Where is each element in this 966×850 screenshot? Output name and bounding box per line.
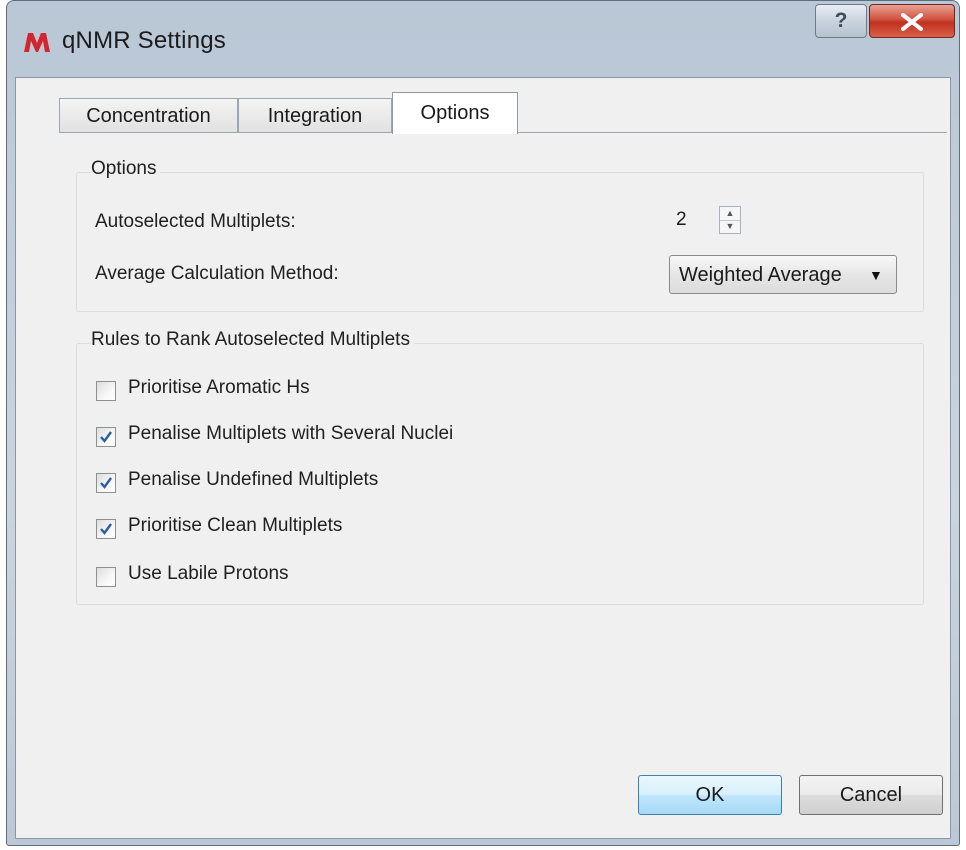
options-group-title: Options [91,158,161,180]
help-icon: ? [834,9,848,32]
chevron-down-icon: ▼ [869,267,883,283]
autoselected-multiplets-spinbox[interactable]: 2 ▲ ▼ [668,204,754,238]
tab-concentration[interactable]: Concentration [59,98,238,132]
app-icon [24,33,50,52]
checkbox[interactable] [96,381,116,401]
title-bar[interactable]: qNMR Settings ? [7,1,959,81]
spin-up-icon[interactable]: ▲ [720,207,740,221]
average-calculation-method-dropdown[interactable]: Weighted Average ▼ [669,255,897,294]
checkbox[interactable] [96,473,116,493]
autoselected-multiplets-value[interactable]: 2 [676,209,687,231]
dialog-window: qNMR Settings ? Concentration Integratio… [6,0,960,846]
tab-options[interactable]: Options [392,92,518,134]
help-button[interactable]: ? [815,4,867,38]
checkbox-label[interactable]: Penalise Multiplets with Several Nuclei [128,423,453,445]
check-icon [100,477,112,489]
checkbox-label[interactable]: Prioritise Aromatic Hs [128,377,310,399]
window-title: qNMR Settings [62,27,226,54]
checkbox-label[interactable]: Penalise Undefined Multiplets [128,469,378,491]
average-calculation-method-label: Average Calculation Method: [95,263,339,284]
check-icon [100,431,112,443]
tab-integration[interactable]: Integration [238,98,392,132]
average-calculation-method-value: Weighted Average [679,264,842,286]
checkbox[interactable] [96,567,116,587]
checkbox[interactable] [96,427,116,447]
checkbox[interactable] [96,519,116,539]
close-button[interactable] [869,4,955,38]
spin-down-icon[interactable]: ▼ [720,220,740,233]
dialog-content: Concentration Integration Options Option… [15,77,951,839]
check-icon [100,523,112,535]
autoselected-multiplets-label: Autoselected Multiplets: [95,211,296,232]
close-icon [901,13,923,31]
checkbox-label[interactable]: Prioritise Clean Multiplets [128,515,342,537]
checkbox-label[interactable]: Use Labile Protons [128,563,289,585]
spin-arrows-icon[interactable]: ▲ ▼ [719,206,741,234]
rules-group-title: Rules to Rank Autoselected Multiplets [91,329,414,351]
ok-button[interactable]: OK [638,775,782,815]
cancel-button[interactable]: Cancel [799,775,943,815]
